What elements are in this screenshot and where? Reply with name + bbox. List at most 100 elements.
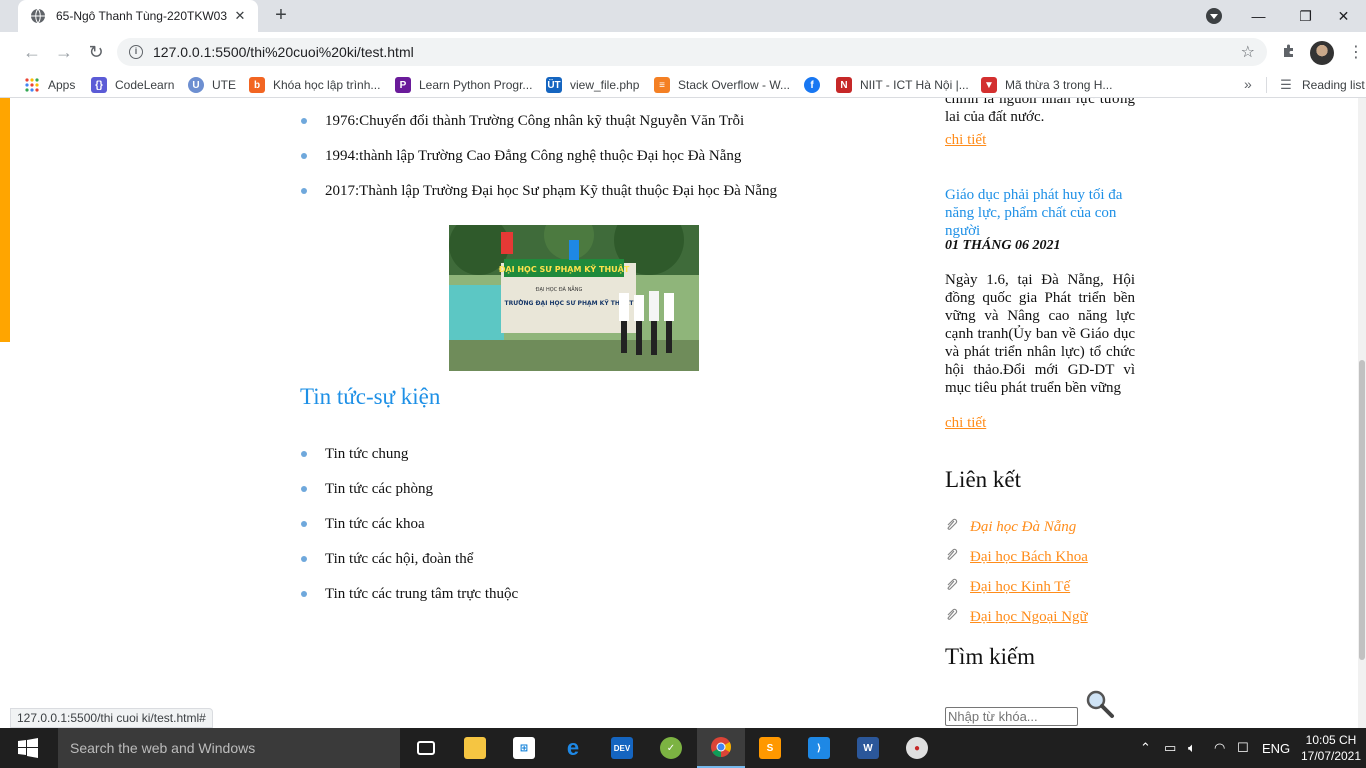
url-text[interactable]: 127.0.0.1:5500/thi%20cuoi%20ki/test.html (153, 44, 1241, 60)
minimize-button[interactable]: — (1236, 0, 1281, 32)
list-item[interactable]: Tin tức chung (300, 443, 518, 478)
link-dai-hoc-ngoai-ngu[interactable]: Đại học Ngoại Ngữ (970, 609, 1088, 625)
reading-list-button[interactable]: ☰ Reading list (1278, 76, 1365, 94)
niit-icon: N (836, 77, 852, 93)
forward-button[interactable]: → (52, 40, 76, 64)
list-item[interactable]: Tin tức các hội, đoàn thể (300, 548, 518, 583)
reading-list-icon: ☰ (1280, 77, 1292, 92)
taskbar-paint[interactable]: ● (893, 728, 941, 768)
bullet-icon (301, 188, 307, 194)
news-detail-link[interactable]: chi tiết (945, 415, 986, 432)
search-input[interactable] (945, 707, 1078, 726)
bookmark-star-icon[interactable]: ☆ (1241, 42, 1255, 62)
taskbar-clock[interactable]: 10:05 CH 17/07/2021 (1296, 732, 1366, 764)
tab-close-icon[interactable]: ✕ (232, 8, 248, 24)
bookmark-codelearn[interactable]: {} CodeLearn (91, 76, 174, 94)
greenshot-icon: ✓ (660, 737, 682, 759)
link-dai-hoc-da-nang[interactable]: Đại học Đà Nẵng (970, 519, 1076, 535)
facebook-icon: f (804, 77, 820, 93)
task-view-button[interactable] (402, 728, 450, 768)
v-icon: ▼ (981, 77, 997, 93)
link-status-bar: 127.0.0.1:5500/thi cuoi ki/test.html# (10, 708, 213, 728)
windows-start-icon[interactable] (18, 738, 38, 758)
bookmark-label: Mã thừa 3 trong H... (1005, 78, 1113, 92)
codelearn-icon: {} (91, 77, 107, 93)
news-date: 01 THÁNG 06 2021 (945, 238, 1061, 253)
wifi-icon[interactable]: ◠ (1214, 728, 1225, 768)
bookmark-niit[interactable]: N NIIT - ICT Hà Nội |... (836, 76, 969, 94)
profile-avatar[interactable] (1310, 41, 1334, 65)
list-item[interactable]: Tin tức các khoa (300, 513, 518, 548)
taskbar-greenshot[interactable]: ✓ (647, 728, 695, 768)
bookmarks-overflow-button[interactable]: » (1244, 76, 1252, 92)
search-icon[interactable] (1084, 688, 1116, 720)
bullet-icon (301, 153, 307, 159)
bullet-icon (301, 118, 307, 124)
taskbar-vscode[interactable]: ⟩ (795, 728, 843, 768)
b-icon: b (249, 77, 265, 93)
bookmark-ute[interactable]: U UTE (188, 76, 236, 94)
search-heading: Tìm kiếm (945, 644, 1036, 669)
battery-icon[interactable]: ▭ (1164, 728, 1176, 768)
link-dai-hoc-bach-khoa[interactable]: Đại học Bách Khoa (970, 549, 1088, 565)
volume-icon[interactable]: 🔈︎ (1188, 728, 1196, 768)
news-item-text[interactable]: Tin tức chung (325, 446, 408, 462)
site-info-icon[interactable]: i (129, 45, 143, 59)
bookmark-apps[interactable]: Apps (24, 76, 75, 94)
notifications-icon[interactable]: ☐ (1237, 728, 1249, 768)
taskbar-sublime-text[interactable]: S (746, 728, 794, 768)
taskbar-search-box[interactable]: Search the web and Windows (58, 728, 400, 768)
taskbar-word[interactable]: W (844, 728, 892, 768)
browser-tab[interactable]: 65-Ngô Thanh Tùng-220TKW03 ✕ (18, 0, 258, 32)
taskbar-edge[interactable]: e (549, 728, 597, 768)
taskbar-devc[interactable]: DEV (598, 728, 646, 768)
prev-news-body: chính là nguồn nhân lực tương lai của đấ… (945, 98, 1135, 125)
news-title[interactable]: Giáo dục phải phát huy tối đa năng lực, … (945, 186, 1135, 240)
news-item-text[interactable]: Tin tức các trung tâm trực thuộc (325, 586, 518, 602)
bookmark-label: Stack Overflow - W... (678, 78, 791, 92)
paperclip-icon (947, 548, 958, 560)
list-item: Đại học Bách Khoa (944, 546, 1088, 576)
back-button[interactable]: ← (20, 40, 44, 64)
list-item[interactable]: Tin tức các trung tâm trực thuộc (300, 583, 518, 618)
extensions-puzzle-icon[interactable] (1281, 43, 1297, 59)
tab-search-icon[interactable] (1206, 8, 1222, 24)
bookmark-facebook[interactable]: f (804, 76, 828, 94)
history-text: 1994:thành lập Trường Cao Đẳng Công nghệ… (325, 148, 742, 164)
chrome-icon (711, 737, 732, 758)
new-tab-button[interactable]: + (270, 4, 292, 26)
list-item: 1994:thành lập Trường Cao Đẳng Công nghệ… (300, 145, 777, 180)
bookmark-ma-thua[interactable]: ▼ Mã thừa 3 trong H... (981, 76, 1112, 94)
taskbar-chrome[interactable] (697, 728, 745, 768)
scrollbar-thumb[interactable] (1359, 360, 1365, 660)
bookmark-khoa-hoc[interactable]: b Khóa học lập trình... (249, 76, 380, 94)
paperclip-icon (947, 518, 958, 530)
left-accent-bar (0, 98, 10, 342)
edge-icon: e (566, 735, 580, 760)
bookmark-label: Learn Python Progr... (419, 78, 533, 92)
photo-sign-text: TRƯỜNG ĐẠI HỌC SƯ PHẠM KỸ THUẬT (505, 300, 635, 307)
bullet-icon (301, 451, 307, 457)
list-item[interactable]: Tin tức các phòng (300, 478, 518, 513)
bookmark-view-file[interactable]: ÜT view_file.php (546, 76, 639, 94)
bookmark-label: CodeLearn (115, 78, 175, 92)
taskbar-store[interactable]: ⊞ (500, 728, 548, 768)
more-menu-icon[interactable]: ⋮ (1348, 42, 1364, 62)
language-indicator[interactable]: ENG (1262, 728, 1290, 768)
bookmark-learn-python[interactable]: P Learn Python Progr... (395, 76, 532, 94)
bookmarks-bar: Apps {} CodeLearn U UTE b Khóa học lập t… (0, 72, 1366, 98)
link-dai-hoc-kinh-te[interactable]: Đại học Kinh Tế (970, 579, 1070, 595)
reload-button[interactable]: ↻ (84, 40, 108, 64)
news-item-text[interactable]: Tin tức các hội, đoàn thể (325, 551, 473, 567)
address-bar[interactable]: i 127.0.0.1:5500/thi%20cuoi%20ki/test.ht… (117, 38, 1267, 66)
bookmark-label: UTE (212, 78, 236, 92)
close-window-button[interactable]: ✕ (1321, 0, 1366, 32)
tray-show-hidden-icon[interactable]: ⌃ (1140, 728, 1151, 768)
taskbar-file-explorer[interactable] (451, 728, 499, 768)
photo-sub-text: ĐẠI HỌC ĐÀ NẴNG (536, 285, 583, 293)
links-list: Đại học Đà Nẵng Đại học Bách Khoa Đại họ… (944, 516, 1088, 636)
news-item-text[interactable]: Tin tức các khoa (325, 516, 425, 532)
prev-news-detail-link[interactable]: chi tiết (945, 132, 986, 149)
bookmark-stackoverflow[interactable]: ≡ Stack Overflow - W... (654, 76, 790, 94)
news-item-text[interactable]: Tin tức các phòng (325, 481, 433, 497)
